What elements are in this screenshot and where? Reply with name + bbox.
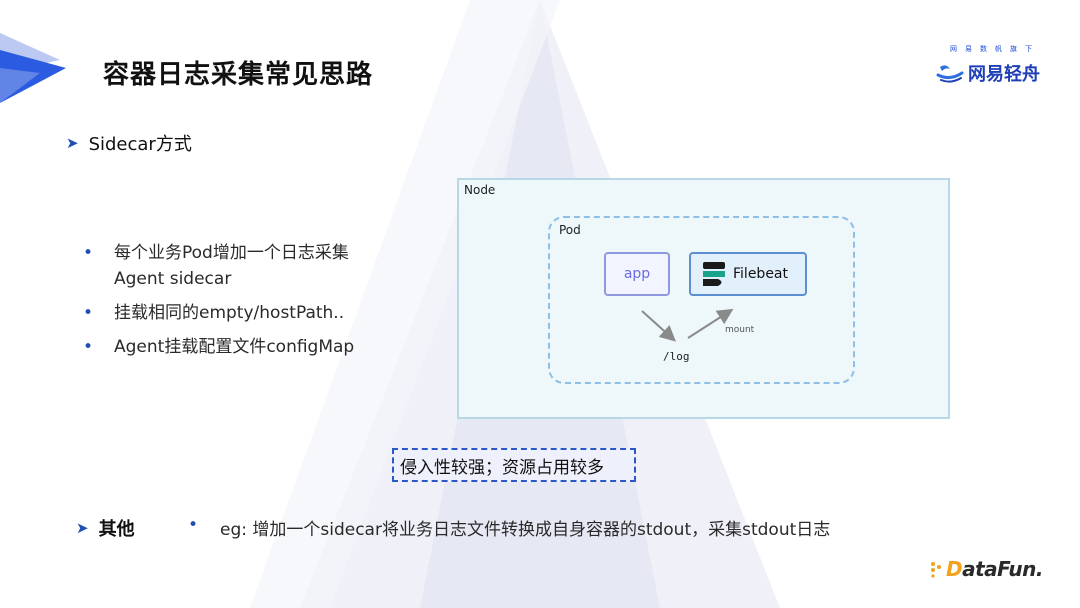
- other-list-item: • eg: 增加一个sidecar将业务日志文件转换成自身容器的stdout，采…: [188, 515, 830, 540]
- filebeat-label: Filebeat: [733, 266, 788, 282]
- bullet-dot-icon: •: [188, 515, 199, 535]
- bullet-dot-icon: •: [83, 243, 94, 263]
- mount-label: mount: [725, 325, 755, 335]
- triangle-bullet-icon: ➤: [76, 519, 89, 537]
- filebeat-container: Filebeat: [689, 252, 807, 296]
- section-other-label: 其他: [98, 519, 135, 540]
- triangle-bullet-icon: ➤: [66, 134, 79, 152]
- node-box: Node Pod app Filebeat mount /log: [457, 178, 950, 419]
- flow-arrows: [641, 308, 734, 342]
- list-item-text: 挂载相同的empty/hostPath..: [114, 303, 345, 323]
- filebeat-logo-icon: [703, 262, 725, 286]
- datafun-logo-text: DataFun.: [946, 557, 1043, 581]
- boat-icon: [936, 65, 964, 83]
- section-other: ➤ 其他: [76, 515, 135, 541]
- brand-name: 网易轻舟: [968, 64, 1040, 85]
- section-sidecar-label: Sidecar方式: [88, 134, 192, 155]
- bullet-dot-icon: •: [83, 303, 94, 323]
- list-item-text: Agent挂载配置文件configMap: [114, 337, 355, 357]
- sidecar-bullet-list: • 每个业务Pod增加一个日志采集Agent sidecar • 挂载相同的em…: [83, 240, 403, 368]
- list-item: • Agent挂载配置文件configMap: [83, 334, 403, 360]
- log-volume-label: /log: [663, 350, 690, 363]
- brand-logo: 网易数帆旗下 网易轻舟: [925, 44, 1040, 92]
- datafun-logo: DataFun.: [930, 557, 1043, 581]
- app-container: app: [604, 252, 670, 296]
- section-sidecar: ➤ Sidecar方式: [66, 130, 192, 156]
- list-item-text: 每个业务Pod增加一个日志采集Agent sidecar: [114, 243, 349, 289]
- list-item: • 挂载相同的empty/hostPath..: [83, 300, 403, 326]
- drawback-note: 侵入性较强；资源占用较多: [392, 448, 636, 482]
- bullet-dot-icon: •: [83, 337, 94, 357]
- pod-box: Pod app Filebeat mount /log: [548, 216, 855, 384]
- list-item: • 每个业务Pod增加一个日志采集Agent sidecar: [83, 240, 403, 292]
- other-list-item-text: eg: 增加一个sidecar将业务日志文件转换成自身容器的stdout，采集s…: [220, 520, 831, 540]
- page-title: 容器日志采集常见思路: [103, 60, 374, 90]
- node-label: Node: [464, 183, 496, 197]
- dots-icon: [931, 562, 942, 578]
- brand-tagline: 网易数帆旗下: [950, 45, 1040, 53]
- app-label: app: [623, 266, 651, 282]
- corner-arrow-decoration: [0, 33, 66, 103]
